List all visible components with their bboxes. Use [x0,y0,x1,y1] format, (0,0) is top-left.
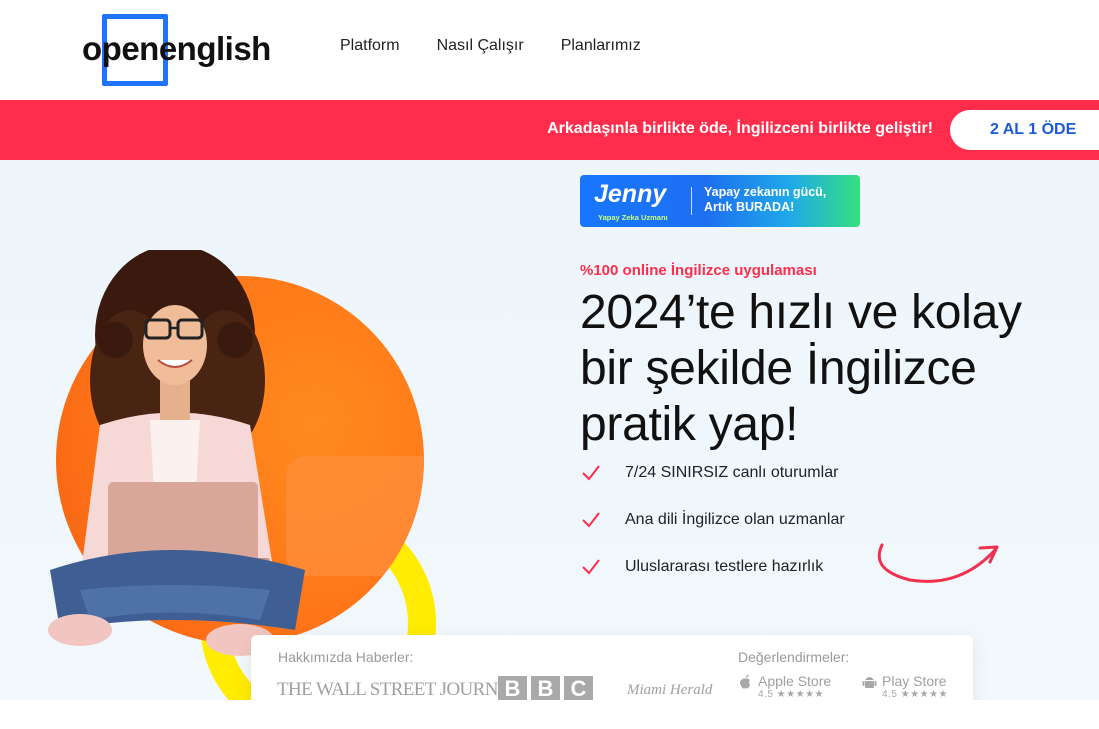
ratings-label: Değerlendirmeler: [738,649,850,665]
site-header: openenglish Platform Nasıl Çalışır Planl… [0,0,1099,100]
open-english-logo[interactable]: openenglish [80,12,290,88]
store-name: Play Store [882,673,947,689]
android-icon [862,677,877,688]
logo-text: openenglish [82,30,271,67]
apple-icon [740,674,750,689]
feature-text: 7/24 SINIRSIZ canlı oturumlar [625,464,839,481]
star-rating-icon: ★★★★★ [776,689,825,700]
bbc-letter-c: C [564,676,593,702]
jenny-tagline-line2: Artık BURADA! [704,200,795,214]
press-label: Hakkımızda Haberler: [278,649,414,665]
bbc-logo: B B C [498,676,593,702]
feature-text: Ana dili İngilizce olan uzmanlar [625,511,845,528]
hero-headline: 2024’te hızlı ve kolay bir şekilde İngil… [580,286,1022,451]
jenny-ai-banner[interactable]: Jenny Yapay Zeka Uzmanı Yapay zekanın gü… [580,175,860,227]
feature-item: Uluslararası testlere hazırlık [580,556,900,578]
promo-text: Arkadaşınla birlikte öde, İngilizceni bi… [547,120,933,137]
wsj-logo: THE WALL STREET JOURNAL. [277,679,527,700]
feature-text: Uluslararası testlere hazırlık [625,558,824,575]
student-illustration [48,250,305,656]
promo-cta-button[interactable]: 2 AL 1 ÖDE [950,110,1099,150]
main-nav: Platform Nasıl Çalışır Planlarımız [340,37,641,55]
nav-item-how-it-works[interactable]: Nasıl Çalışır [437,37,524,55]
check-icon [582,465,600,481]
page-bottom-strip [0,700,1099,729]
feature-item: Ana dili İngilizce olan uzmanlar [580,509,900,531]
check-icon [582,559,600,575]
jenny-tagline-line1: Yapay zekanın gücü, [704,185,827,199]
nav-item-platform[interactable]: Platform [340,37,400,55]
store-score: 4.5 [882,689,898,700]
apple-store-rating[interactable]: Apple Store 4.5 ★★★★★ [738,673,832,700]
bbc-letter-b1: B [498,676,527,702]
star-rating-icon: ★★★★★ [900,689,949,700]
store-score: 4.5 [758,689,774,700]
store-rating: 4.5 ★★★★★ [758,689,824,700]
curved-arrow-icon [877,543,999,583]
jenny-divider [691,187,692,215]
store-name: Apple Store [758,673,832,689]
miami-herald-logo: Miami Herald [627,682,713,698]
promo-banner: Arkadaşınla birlikte öde, İngilizceni bi… [0,100,1099,160]
jenny-name: Jenny [594,180,667,208]
check-icon [582,512,600,528]
store-rating: 4.5 ★★★★★ [882,689,948,700]
bbc-letter-b2: B [531,676,560,702]
feature-item: 7/24 SINIRSIZ canlı oturumlar [580,462,900,484]
jenny-tagline: Yapay zekanın gücü, Artık BURADA! [704,185,826,215]
hero-eyebrow: %100 online İngilizce uygulaması [580,262,817,279]
jenny-subtitle: Yapay Zeka Uzmanı [598,213,668,222]
play-store-rating[interactable]: Play Store 4.5 ★★★★★ [862,673,948,700]
nav-item-plans[interactable]: Planlarımız [561,37,641,55]
